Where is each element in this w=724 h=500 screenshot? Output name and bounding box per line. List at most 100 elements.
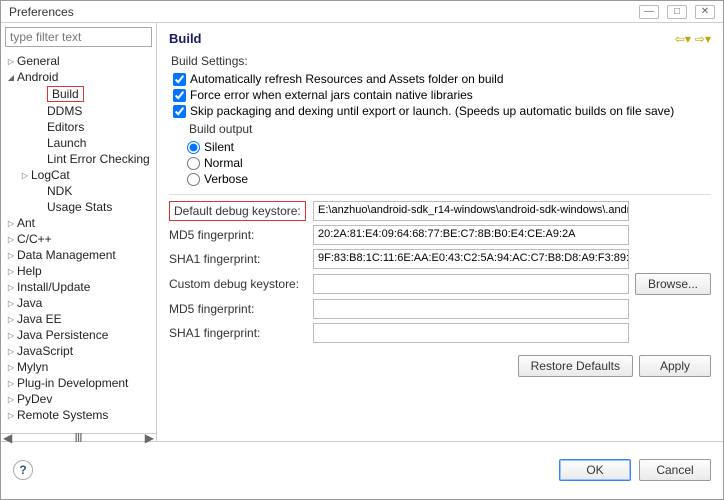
tree-item-label: Plug-in Development [17,376,128,390]
tree-item-label: NDK [47,184,72,198]
tree-item-help[interactable]: Help [1,263,156,279]
tree-item-mylyn[interactable]: Mylyn [1,359,156,375]
ok-button[interactable]: OK [559,459,631,481]
maximize-icon[interactable]: □ [667,5,687,19]
tree-item-javascript[interactable]: JavaScript [1,343,156,359]
tree-item-android[interactable]: Android [1,69,156,85]
tree-item-plug-in-development[interactable]: Plug-in Development [1,375,156,391]
caret-icon[interactable] [5,409,17,421]
tree-item-build[interactable]: Build [1,85,156,103]
tree-item-label: PyDev [17,392,52,406]
radio-silent[interactable]: Silent [187,140,711,154]
sidebar: GeneralAndroidBuildDDMSEditorsLaunchLint… [1,23,157,441]
sha1-label: SHA1 fingerprint: [169,252,307,266]
minimize-icon[interactable]: — [639,5,659,19]
radio-silent-label: Silent [204,140,234,154]
radio-verbose[interactable]: Verbose [187,172,711,186]
caret-icon[interactable] [5,281,17,293]
browse-button[interactable]: Browse... [635,273,711,295]
tree-item-label: DDMS [47,104,82,118]
radio-silent-input[interactable] [187,141,200,154]
radio-normal[interactable]: Normal [187,156,711,170]
caret-icon[interactable] [5,55,17,67]
tree-item-general[interactable]: General [1,53,156,69]
caret-icon[interactable] [5,217,17,229]
caret-icon[interactable] [5,265,17,277]
tree-item-install-update[interactable]: Install/Update [1,279,156,295]
caret-icon[interactable] [5,377,17,389]
tree-item-ndk[interactable]: NDK [1,183,156,199]
tree-item-label: Launch [47,136,86,150]
custom-keystore-label: Custom debug keystore: [169,277,307,291]
tree-item-remote-systems[interactable]: Remote Systems [1,407,156,423]
close-icon[interactable]: ✕ [695,5,715,19]
caret-icon [35,185,47,197]
caret-icon[interactable] [19,169,31,181]
tree-item-label: Help [17,264,42,278]
tree-item-editors[interactable]: Editors [1,119,156,135]
tree-item-usage-stats[interactable]: Usage Stats [1,199,156,215]
dialog-footer: ? OK Cancel [1,441,723,497]
caret-icon[interactable] [5,345,17,357]
checkbox-auto-refresh-input[interactable] [173,73,186,86]
restore-defaults-button[interactable]: Restore Defaults [518,355,633,377]
checkbox-force-error-input[interactable] [173,89,186,102]
custom-keystore-input[interactable] [313,274,629,294]
caret-icon[interactable] [5,71,17,83]
caret-icon[interactable] [5,313,17,325]
caret-icon[interactable] [5,329,17,341]
checkbox-skip-packaging-label: Skip packaging and dexing until export o… [190,104,674,118]
preferences-tree[interactable]: GeneralAndroidBuildDDMSEditorsLaunchLint… [1,51,156,433]
tree-item-label: Mylyn [17,360,48,374]
radio-verbose-input[interactable] [187,173,200,186]
back-icon[interactable]: ⇦▾ [675,32,691,46]
cancel-button[interactable]: Cancel [639,459,711,481]
tree-item-ddms[interactable]: DDMS [1,103,156,119]
md5b-value [313,299,629,319]
md5-label: MD5 fingerprint: [169,228,307,242]
tree-item-java-ee[interactable]: Java EE [1,311,156,327]
tree-item-ant[interactable]: Ant [1,215,156,231]
tree-item-label: Java [17,296,42,310]
checkbox-skip-packaging[interactable]: Skip packaging and dexing until export o… [173,104,711,118]
caret-icon[interactable] [5,393,17,405]
tree-item-java-persistence[interactable]: Java Persistence [1,327,156,343]
forward-icon[interactable]: ⇨▾ [695,32,711,46]
tree-item-pydev[interactable]: PyDev [1,391,156,407]
tree-item-label: Usage Stats [47,200,112,214]
help-icon[interactable]: ? [13,460,33,480]
filter-input[interactable] [5,27,152,47]
tree-item-label: Java Persistence [17,328,108,342]
tree-item-data-management[interactable]: Data Management [1,247,156,263]
radio-verbose-label: Verbose [204,172,248,186]
tree-item-label: Android [17,70,58,84]
tree-item-label: Remote Systems [17,408,108,422]
checkbox-auto-refresh[interactable]: Automatically refresh Resources and Asse… [173,72,711,86]
tree-item-label: Data Management [17,248,116,262]
radio-normal-label: Normal [204,156,243,170]
checkbox-skip-packaging-input[interactable] [173,105,186,118]
caret-icon[interactable] [5,297,17,309]
titlebar: Preferences — □ ✕ [1,1,723,23]
tree-item-c-c-[interactable]: C/C++ [1,231,156,247]
tree-item-label: Ant [17,216,35,230]
tree-item-lint-error-checking[interactable]: Lint Error Checking [1,151,156,167]
caret-icon[interactable] [5,361,17,373]
tree-item-label: Install/Update [17,280,90,294]
horizontal-scrollbar[interactable]: ◀Ⅲ▶ [1,433,156,441]
caret-icon[interactable] [5,233,17,245]
build-settings-label: Build Settings: [171,54,711,68]
default-keystore-value: E:\anzhuo\android-sdk_r14-windows\androi… [313,201,629,221]
md5b-label: MD5 fingerprint: [169,302,307,316]
page-title: Build [169,31,202,46]
tree-item-java[interactable]: Java [1,295,156,311]
caret-icon [35,121,47,133]
apply-button[interactable]: Apply [639,355,711,377]
tree-item-launch[interactable]: Launch [1,135,156,151]
radio-normal-input[interactable] [187,157,200,170]
caret-icon [35,105,47,117]
caret-icon[interactable] [5,249,17,261]
caret-icon [35,201,47,213]
checkbox-force-error[interactable]: Force error when external jars contain n… [173,88,711,102]
tree-item-logcat[interactable]: LogCat [1,167,156,183]
